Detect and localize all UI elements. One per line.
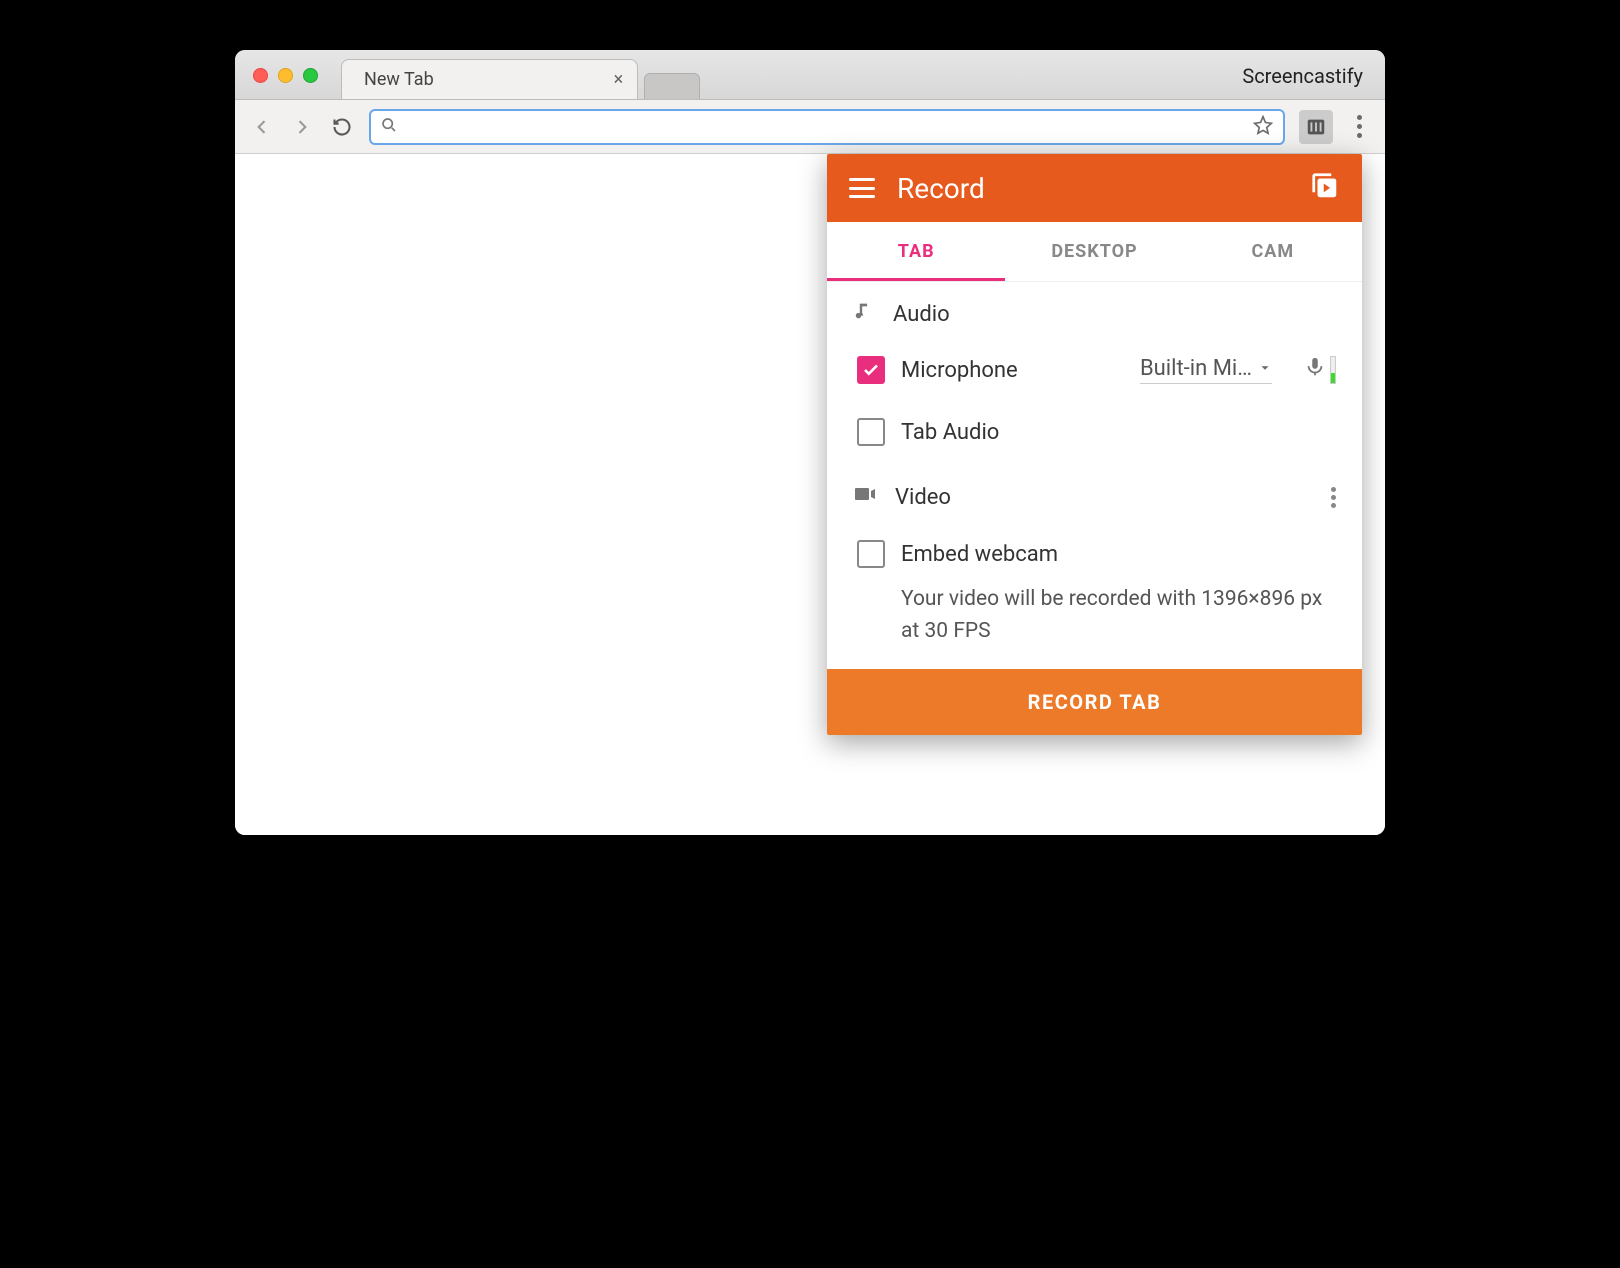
page-content: Record TAB DESKTOP CAM bbox=[235, 154, 1385, 835]
extension-name-label: Screencastify bbox=[1242, 64, 1363, 88]
microphone-label: Microphone bbox=[901, 358, 1018, 383]
embed-webcam-label: Embed webcam bbox=[901, 542, 1058, 567]
video-section: Video Embed webcam Your video will be re… bbox=[827, 474, 1362, 669]
video-section-label: Video bbox=[895, 485, 951, 510]
tab-source-tab[interactable]: TAB bbox=[827, 222, 1005, 281]
popup-title: Record bbox=[897, 172, 1288, 205]
close-tab-button[interactable]: × bbox=[614, 69, 624, 90]
screencastify-extension-button[interactable] bbox=[1299, 110, 1333, 144]
address-bar[interactable] bbox=[369, 109, 1285, 145]
tab-source-desktop[interactable]: DESKTOP bbox=[1005, 222, 1183, 281]
embed-webcam-row: Embed webcam bbox=[853, 530, 1336, 578]
microphone-row: Microphone Built-in Mi… bbox=[853, 346, 1336, 394]
microphone-icon bbox=[1304, 356, 1326, 384]
tab-audio-label: Tab Audio bbox=[901, 420, 999, 445]
audio-section-header: Audio bbox=[853, 300, 1336, 328]
window-controls bbox=[253, 68, 318, 83]
bookmark-button[interactable] bbox=[1253, 115, 1273, 139]
browser-window: New Tab × Screencastify bbox=[235, 50, 1385, 835]
tab-audio-checkbox[interactable] bbox=[857, 418, 885, 446]
back-button[interactable] bbox=[249, 114, 275, 140]
microphone-device-select[interactable]: Built-in Mi… bbox=[1140, 356, 1272, 384]
recordings-library-button[interactable] bbox=[1310, 171, 1340, 205]
titlebar: New Tab × Screencastify bbox=[235, 50, 1385, 100]
tab-audio-row: Tab Audio bbox=[853, 394, 1336, 466]
microphone-device-value: Built-in Mi… bbox=[1140, 356, 1252, 381]
microphone-checkbox[interactable] bbox=[857, 356, 885, 384]
video-section-header: Video bbox=[853, 482, 1336, 512]
new-tab-button[interactable] bbox=[644, 73, 700, 99]
audio-section: Audio Microphone Built-in Mi… bbox=[827, 282, 1362, 474]
maximize-window-button[interactable] bbox=[303, 68, 318, 83]
screencastify-popup: Record TAB DESKTOP CAM bbox=[827, 154, 1362, 735]
tab-source-cam[interactable]: CAM bbox=[1184, 222, 1362, 281]
video-camera-icon bbox=[853, 482, 877, 512]
address-input[interactable] bbox=[405, 118, 1245, 136]
record-tab-button[interactable]: RECORD TAB bbox=[827, 669, 1362, 735]
microphone-level-bar bbox=[1330, 356, 1336, 384]
tab-title: New Tab bbox=[364, 69, 434, 90]
music-note-icon bbox=[853, 300, 875, 328]
browser-menu-button[interactable] bbox=[1347, 115, 1371, 138]
audio-section-label: Audio bbox=[893, 302, 950, 327]
microphone-level-indicator bbox=[1304, 356, 1336, 384]
close-window-button[interactable] bbox=[253, 68, 268, 83]
chevron-down-icon bbox=[1258, 356, 1272, 381]
toolbar bbox=[235, 100, 1385, 154]
video-info-text: Your video will be recorded with 1396×89… bbox=[853, 578, 1336, 661]
popup-header: Record bbox=[827, 154, 1362, 222]
embed-webcam-checkbox[interactable] bbox=[857, 540, 885, 568]
minimize-window-button[interactable] bbox=[278, 68, 293, 83]
browser-tab[interactable]: New Tab × bbox=[341, 59, 638, 99]
video-options-button[interactable] bbox=[1331, 487, 1336, 508]
search-icon bbox=[381, 117, 397, 137]
reload-button[interactable] bbox=[329, 114, 355, 140]
menu-icon[interactable] bbox=[849, 178, 875, 198]
forward-button[interactable] bbox=[289, 114, 315, 140]
source-tabs: TAB DESKTOP CAM bbox=[827, 222, 1362, 282]
